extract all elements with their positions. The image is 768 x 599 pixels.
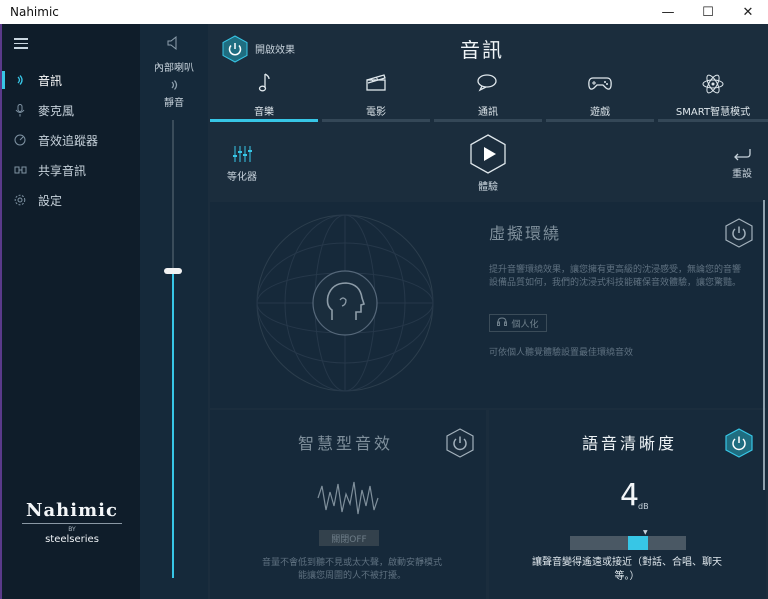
brand-logo: Nahimic BY steelseries: [22, 500, 122, 545]
close-button[interactable]: ✕: [728, 0, 768, 24]
smart-volume-power-button[interactable]: [446, 428, 474, 458]
headphone-icon: [497, 317, 508, 329]
speaker-icon: [140, 34, 208, 57]
sidebar-item-label: 音效追蹤器: [38, 133, 99, 148]
smart-volume-description: 音量不會低到聽不見或太大聲，啟動安靜模式能讓您周圍的人不被打擾。: [262, 558, 443, 581]
voice-clarity-power-button[interactable]: [725, 428, 753, 458]
sidebar-item-sound-tracker[interactable]: 音效追蹤器: [2, 128, 140, 152]
reset-button[interactable]: 重設: [726, 146, 758, 180]
equalizer-label: 等化器: [227, 172, 257, 183]
equalizer-button[interactable]: 等化器: [222, 146, 262, 183]
tab-gaming[interactable]: 遊戲: [546, 70, 654, 122]
smart-volume-off-toggle[interactable]: 關閉OFF: [319, 530, 379, 546]
sidebar-item-label: 音訊: [38, 73, 63, 88]
sidebar-item-audio[interactable]: 音訊: [2, 68, 140, 92]
volume-slider-fill: [172, 271, 174, 578]
voice-clarity-unit: dB: [638, 502, 649, 511]
clapperboard-icon: [322, 72, 430, 100]
atom-icon: [658, 72, 768, 100]
tab-label: SMART智慧模式: [675, 107, 751, 118]
smart-volume-title: 智慧型音效: [298, 434, 394, 453]
tab-label: 遊戲: [590, 107, 610, 118]
minimize-button[interactable]: —: [648, 0, 688, 24]
hamburger-menu-icon[interactable]: [14, 38, 28, 49]
tab-indicator: [658, 119, 768, 122]
nahimic-logo: Nahimic: [26, 500, 118, 521]
tab-indicator: [546, 119, 654, 122]
share-audio-icon: [13, 163, 27, 177]
title-bar: Nahimic — ☐ ✕: [0, 0, 768, 24]
sound-tracker-icon: [13, 133, 27, 147]
tab-movie[interactable]: 電影: [322, 70, 430, 122]
personalize-label: 個人化: [511, 319, 539, 330]
music-note-icon: [210, 72, 318, 100]
slider-caret-icon: ▼: [643, 529, 648, 536]
device-column: 內部喇叭 靜音: [140, 24, 208, 599]
tab-smart-mode[interactable]: SMART智慧模式: [658, 70, 768, 122]
reset-label: 重設: [732, 169, 752, 180]
surround-globe-illustration: [250, 208, 440, 398]
effects-power-label: 開啟效果: [255, 45, 295, 56]
microphone-icon: [13, 103, 27, 117]
mute-label: 靜音: [164, 98, 184, 109]
sidebar-item-label: 麥克風: [38, 103, 75, 118]
tab-indicator: [434, 119, 542, 122]
surround-power-button[interactable]: [725, 218, 753, 248]
virtual-surround-title: 虛擬環繞: [489, 224, 562, 243]
page-title: 音訊: [460, 38, 504, 62]
volume-slider-thumb[interactable]: [164, 268, 182, 275]
mute-button[interactable]: 靜音: [140, 79, 208, 109]
tab-label: 電影: [366, 107, 386, 118]
tab-communication[interactable]: 通訊: [434, 70, 542, 122]
audio-icon: [13, 73, 27, 87]
voice-clarity-slider-thumb[interactable]: [628, 536, 648, 550]
virtual-surround-description: 提升音響環繞效果，讓您擁有更高級的沈浸感受，無論您的音響設備品質如何，我們的沈浸…: [489, 265, 742, 288]
gear-icon: [13, 193, 27, 207]
sidebar-item-microphone[interactable]: 麥克風: [2, 98, 140, 122]
personalize-button[interactable]: 個人化: [489, 314, 547, 332]
tab-indicator: [210, 119, 318, 122]
sidebar-item-label: 設定: [38, 193, 63, 208]
undo-icon: [726, 146, 758, 165]
tab-label: 通訊: [478, 107, 498, 118]
speaker-label: 內部喇叭: [154, 63, 194, 74]
profile-tabs: 音樂 電影 通訊 遊戲 SMART智慧模式: [210, 70, 768, 122]
gamepad-icon: [546, 72, 654, 100]
equalizer-icon: [222, 146, 262, 166]
voice-clarity-value: 4: [620, 478, 640, 513]
tab-label: 音樂: [254, 107, 274, 118]
virtual-surround-note: 可依個人聽覺體驗設置最佳環繞音效: [489, 348, 634, 358]
experience-play-button[interactable]: [470, 134, 506, 178]
scrollbar[interactable]: [763, 200, 765, 490]
voice-clarity-title: 語音清晰度: [582, 434, 678, 453]
effects-power-button[interactable]: [222, 35, 248, 63]
tab-music[interactable]: 音樂: [210, 70, 318, 122]
sidebar-item-share-audio[interactable]: 共享音訊: [2, 158, 140, 182]
brand-by: BY: [22, 523, 122, 533]
sidebar-item-settings[interactable]: 設定: [2, 188, 140, 212]
voice-clarity-description: 讓聲音變得遙遠或接近（對話、合唱、聊天等。）: [532, 557, 722, 582]
steelseries-logo: steelseries: [45, 534, 99, 545]
chat-icon: [434, 72, 542, 100]
maximize-button[interactable]: ☐: [688, 0, 728, 24]
volume-wave-icon: [140, 79, 208, 94]
speaker-device[interactable]: 內部喇叭: [140, 34, 208, 74]
sidebar-item-label: 共享音訊: [38, 163, 87, 178]
app-title: Nahimic: [10, 5, 59, 19]
experience-label: 體驗: [478, 182, 498, 193]
waveform-icon: [316, 476, 380, 520]
tab-indicator: [322, 119, 430, 122]
